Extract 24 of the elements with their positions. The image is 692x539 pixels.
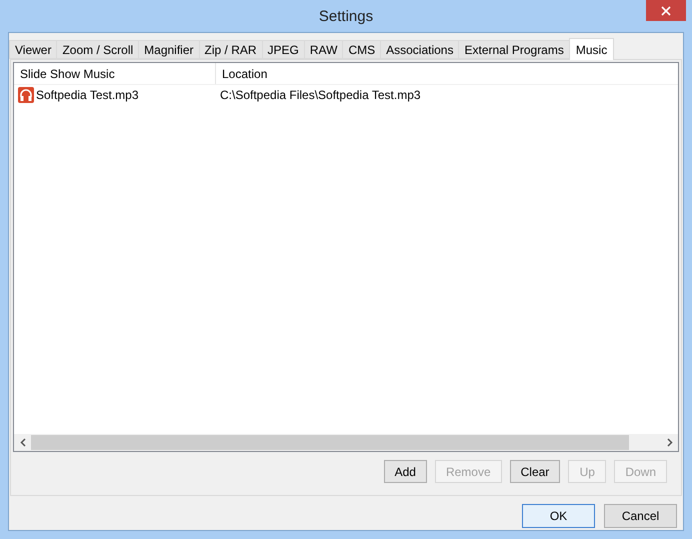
tab[interactable]: Zip / RAR [198,40,263,59]
dialog-button[interactable]: OK [522,504,595,528]
tab[interactable]: External Programs [458,40,570,59]
tab[interactable]: RAW [304,40,344,59]
close-button[interactable] [646,0,686,21]
column-header[interactable]: Slide Show Music [14,63,216,84]
dialog-button[interactable]: Cancel [604,504,677,528]
tab[interactable]: Magnifier [138,40,200,59]
tab[interactable]: JPEG [262,40,305,59]
tab[interactable]: Music [568,38,614,60]
list-button[interactable]: Add [384,460,427,483]
horizontal-scrollbar[interactable] [14,434,678,451]
list-button[interactable]: Clear [510,460,560,483]
table-cell-text: C:\Softpedia Files\Softpedia Test.mp3 [219,87,422,104]
window-title: Settings [318,7,374,27]
tab[interactable]: CMS [342,40,382,59]
table-cell-text: Softpedia Test.mp3 [36,87,139,104]
scrollbar-thumb[interactable] [31,435,629,450]
column-header[interactable]: Location [216,63,678,84]
close-icon [661,6,671,16]
tab[interactable]: Associations [380,40,460,59]
headphones-icon [18,87,34,103]
tab[interactable]: Viewer [9,40,58,59]
tab[interactable]: Zoom / Scroll [56,40,140,59]
